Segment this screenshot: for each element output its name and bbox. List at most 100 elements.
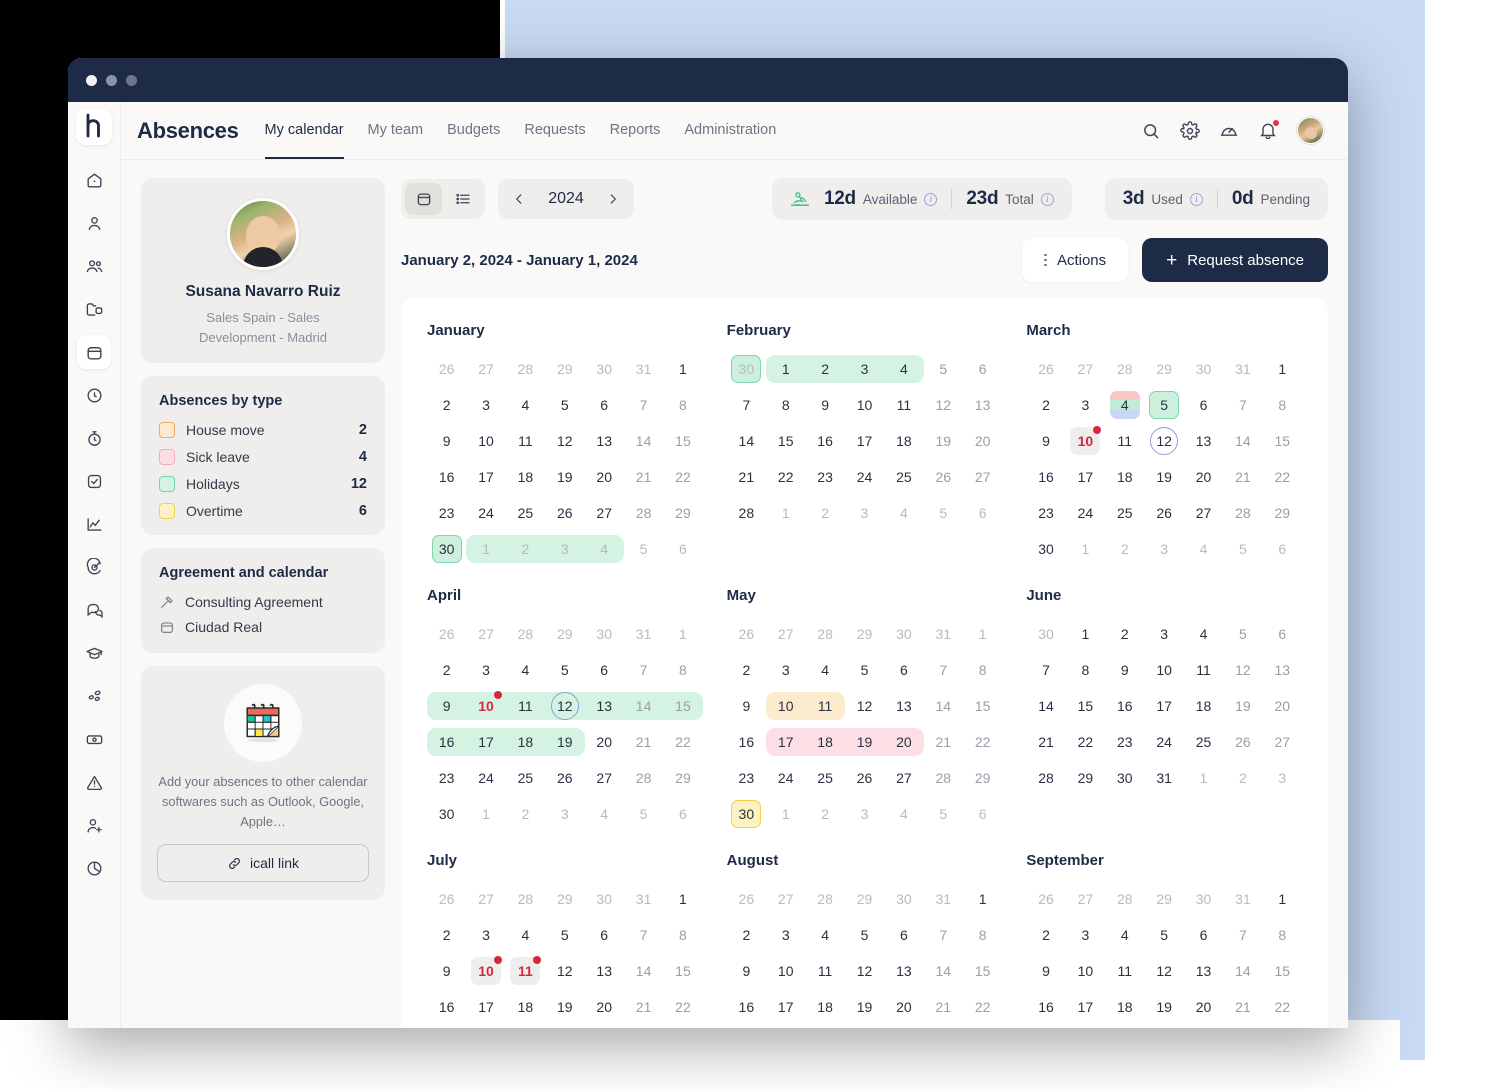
calendar-day[interactable]: 30 <box>884 881 923 917</box>
calendar-day[interactable]: 22 <box>963 724 1002 760</box>
calendar-day[interactable]: 30 <box>1184 881 1223 917</box>
calendar-day[interactable]: 28 <box>805 616 844 652</box>
calendar-day[interactable]: 13 <box>884 953 923 989</box>
calendar-day[interactable]: 1 <box>963 881 1002 917</box>
calendar-day[interactable]: 16 <box>727 724 766 760</box>
calendar-day[interactable]: 8 <box>1263 387 1302 423</box>
calendar-day[interactable]: 6 <box>1184 387 1223 423</box>
calendar-day[interactable]: 3 <box>466 652 505 688</box>
calendar-day[interactable]: 23 <box>727 760 766 796</box>
calendar-day[interactable]: 5 <box>1144 917 1183 953</box>
calendar-day[interactable]: 22 <box>1263 989 1302 1025</box>
calendar-day[interactable]: 21 <box>1223 459 1262 495</box>
calendar-day[interactable]: 7 <box>1223 387 1262 423</box>
calendar-day[interactable]: 26 <box>1223 724 1262 760</box>
calendar-day[interactable]: 9 <box>427 688 467 724</box>
calendar-day[interactable]: 30 <box>427 796 466 832</box>
calendar-day[interactable]: 16 <box>1026 989 1065 1025</box>
sidebar-item-person[interactable] <box>77 206 111 240</box>
calendar-day[interactable]: 26 <box>924 459 963 495</box>
calendar-day[interactable]: 27 <box>585 760 624 796</box>
calendar-day[interactable]: 19 <box>924 423 963 459</box>
info-icon[interactable]: i <box>924 192 938 206</box>
calendar-day[interactable]: 26 <box>727 881 766 917</box>
calendar-day[interactable]: 24 <box>466 760 505 796</box>
calendar-day[interactable]: 27 <box>963 459 1002 495</box>
calendar-day[interactable]: 16 <box>805 423 844 459</box>
calendar-day[interactable]: 5 <box>845 652 884 688</box>
calendar-day[interactable]: 3 <box>1144 531 1183 567</box>
calendar-day[interactable]: 14 <box>1223 423 1262 459</box>
calendar-day[interactable]: 27 <box>585 495 624 531</box>
calendar-day[interactable]: 14 <box>624 423 663 459</box>
calendar-day[interactable]: 20 <box>585 459 624 495</box>
calendar-day[interactable]: 21 <box>624 459 663 495</box>
chevron-left-icon[interactable] <box>508 188 530 210</box>
calendar-day[interactable]: 28 <box>1223 495 1262 531</box>
calendar-day[interactable]: 7 <box>727 387 766 423</box>
calendar-day[interactable]: 24 <box>466 495 505 531</box>
calendar-day[interactable]: 7 <box>1223 917 1262 953</box>
bell-icon[interactable] <box>1258 118 1280 141</box>
calendar-day[interactable]: 12 <box>845 688 884 724</box>
calendar-day[interactable]: 31 <box>1144 760 1183 796</box>
calendar-day[interactable]: 29 <box>1263 495 1302 531</box>
calendar-day[interactable]: 6 <box>585 387 624 423</box>
calendar-day[interactable]: 1 <box>1184 760 1223 796</box>
calendar-day[interactable]: 16 <box>1105 688 1144 724</box>
calendar-day[interactable]: 18 <box>1105 459 1144 495</box>
calendar-day[interactable]: 14 <box>623 688 664 724</box>
calendar-day[interactable]: 14 <box>624 953 663 989</box>
calendar-day[interactable]: 23 <box>1026 495 1065 531</box>
calendar-day[interactable]: 29 <box>663 760 702 796</box>
calendar-day[interactable]: 21 <box>624 724 663 760</box>
calendar-day[interactable]: 5 <box>624 796 663 832</box>
tab-budgets[interactable]: Budgets <box>447 102 500 159</box>
calendar-day[interactable]: 4 <box>506 387 545 423</box>
calendar-day[interactable]: 7 <box>924 652 963 688</box>
calendar-day[interactable]: 30 <box>727 796 766 832</box>
calendar-day[interactable]: 31 <box>624 616 663 652</box>
calendar-day[interactable]: 6 <box>884 917 923 953</box>
calendar-day[interactable]: 27 <box>1263 724 1302 760</box>
calendar-day[interactable]: 27 <box>884 760 923 796</box>
calendar-day[interactable]: 6 <box>1263 531 1302 567</box>
info-icon[interactable]: i <box>1189 192 1203 206</box>
calendar-day[interactable]: 10 <box>1066 953 1105 989</box>
calendar-day[interactable]: 5 <box>845 917 884 953</box>
calendar-day[interactable]: 15 <box>1066 688 1105 724</box>
calendar-day[interactable]: 29 <box>963 760 1002 796</box>
calendar-day[interactable]: 5 <box>1144 387 1183 423</box>
calendar-day[interactable]: 24 <box>1066 495 1105 531</box>
calendar-day[interactable]: 31 <box>1223 351 1262 387</box>
calendar-day[interactable]: 6 <box>1263 616 1302 652</box>
calendar-day[interactable]: 16 <box>1026 459 1065 495</box>
calendar-day[interactable]: 2 <box>1223 760 1262 796</box>
calendar-day[interactable]: 20 <box>1263 688 1302 724</box>
calendar-day[interactable]: 28 <box>1105 351 1144 387</box>
calendar-day[interactable]: 22 <box>766 459 805 495</box>
calendar-day[interactable]: 28 <box>727 495 766 531</box>
sidebar-item-timer[interactable] <box>77 421 111 455</box>
calendar-day[interactable]: 6 <box>663 531 702 567</box>
window-close-dot[interactable] <box>86 74 97 86</box>
calendar-day[interactable]: 6 <box>963 351 1002 387</box>
calendar-day[interactable]: 24 <box>1144 724 1183 760</box>
calendar-day[interactable]: 22 <box>663 989 702 1025</box>
calendar-day[interactable]: 20 <box>884 724 924 760</box>
calendar-day[interactable]: 29 <box>1144 351 1183 387</box>
calendar-day[interactable]: 1 <box>766 351 806 387</box>
calendar-day[interactable]: 19 <box>845 989 884 1025</box>
sidebar-item-home[interactable] <box>77 163 111 197</box>
calendar-day[interactable]: 8 <box>663 652 702 688</box>
calendar-day[interactable]: 26 <box>1144 495 1183 531</box>
calendar-day[interactable]: 6 <box>963 796 1002 832</box>
sidebar-item-path[interactable] <box>77 679 111 713</box>
calendar-day[interactable]: 30 <box>884 616 923 652</box>
calendar-day[interactable]: 30 <box>585 881 624 917</box>
app-logo[interactable] <box>76 109 112 145</box>
calendar-day[interactable]: 28 <box>1105 881 1144 917</box>
calendar-day[interactable]: 10 <box>766 688 806 724</box>
calendar-day[interactable]: 19 <box>545 724 585 760</box>
calendar-day[interactable]: 3 <box>1066 387 1105 423</box>
